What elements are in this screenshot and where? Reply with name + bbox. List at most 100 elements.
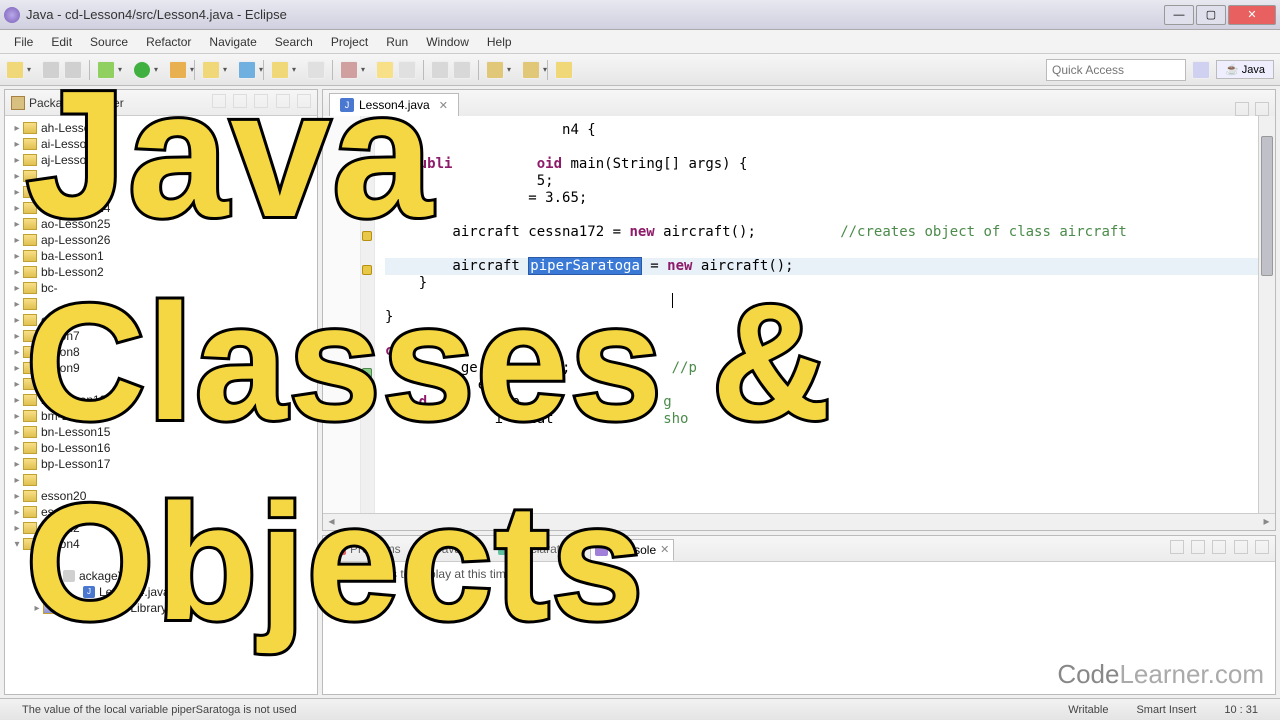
info-marker-icon[interactable] — [362, 400, 372, 410]
tree-item[interactable]: ▸bb-Lesson2 — [7, 264, 315, 280]
java-perspective-button[interactable]: ☕ Java — [1216, 60, 1274, 79]
run-icon[interactable] — [133, 61, 151, 79]
tree-item[interactable]: ▸ — [7, 472, 315, 488]
back-icon[interactable] — [486, 61, 504, 79]
console-max-icon[interactable] — [1255, 540, 1269, 554]
javadoc-icon — [419, 542, 432, 555]
status-writable: Writable — [1054, 704, 1122, 716]
tree-item[interactable]: ▸ba-Lesson1 — [7, 248, 315, 264]
tab-declaration[interactable]: Declaration — [494, 539, 580, 559]
warning-marker-icon[interactable] — [362, 231, 372, 241]
close-tab-icon[interactable]: ✕ — [439, 99, 448, 112]
prev-annot-icon[interactable] — [555, 61, 573, 79]
minimize-view-icon[interactable] — [276, 94, 290, 108]
editor-maximize-icon[interactable] — [1255, 102, 1269, 116]
menu-file[interactable]: File — [6, 32, 41, 52]
tree-item[interactable]: ▸ao-Lesson25 — [7, 216, 315, 232]
tree-item[interactable]: ▸esson20 — [7, 488, 315, 504]
tab-console[interactable]: Console ✕ — [590, 539, 674, 561]
run-last-icon[interactable] — [169, 61, 187, 79]
menu-run[interactable]: Run — [378, 32, 416, 52]
tree-item[interactable]: ▸bp-Lesson17 — [7, 456, 315, 472]
menu-window[interactable]: Window — [418, 32, 477, 52]
toggle-mark-icon[interactable] — [340, 61, 358, 79]
tree-item[interactable]: ▾esson4 — [7, 536, 315, 552]
tree-item[interactable]: ▸an-Lesson24 — [7, 200, 315, 216]
tree-item[interactable]: ▸ — [7, 168, 315, 184]
tree-item[interactable]: ▸aj-Lesson — [7, 152, 315, 168]
debug-icon[interactable] — [97, 61, 115, 79]
save-all-icon[interactable] — [64, 61, 82, 79]
show-whitespace-icon[interactable] — [431, 61, 449, 79]
tree-item[interactable]: ▸esson6 — [7, 312, 315, 328]
menu-source[interactable]: Source — [82, 32, 136, 52]
editor-tab-label: Lesson4.java — [359, 98, 430, 112]
menu-refactor[interactable]: Refactor — [138, 32, 199, 52]
annotation-ruler — [361, 116, 375, 513]
scroll-thumb[interactable] — [1261, 136, 1273, 276]
tree-item[interactable]: JLesson4.java — [7, 584, 315, 600]
view-menu-icon[interactable] — [254, 94, 268, 108]
menu-project[interactable]: Project — [323, 32, 376, 52]
open-type-icon[interactable] — [271, 61, 289, 79]
new-wizard-icon[interactable] — [6, 61, 24, 79]
tree-item[interactable]: ▸esson9 — [7, 360, 315, 376]
new-package-icon[interactable] — [202, 61, 220, 79]
maximize-view-icon[interactable] — [297, 94, 311, 108]
tree-item[interactable]: ▸JRE System Library [JavaSE-1.7] — [7, 600, 315, 616]
tree-item[interactable]: ▸bm-Lesson14 — [7, 408, 315, 424]
link-editor-icon[interactable] — [212, 94, 226, 108]
highlight-icon[interactable] — [376, 61, 394, 79]
warning-marker-icon[interactable] — [362, 265, 372, 275]
menu-help[interactable]: Help — [479, 32, 520, 52]
tree-item[interactable]: ▸esson8 — [7, 344, 315, 360]
menubar: File Edit Source Refactor Navigate Searc… — [0, 30, 1280, 54]
maximize-button[interactable]: ▢ — [1196, 5, 1226, 25]
quick-access-input[interactable] — [1046, 59, 1186, 81]
tree-item[interactable]: ▸bl-Lesson13 — [7, 392, 315, 408]
open-console-icon[interactable] — [1212, 540, 1226, 554]
tree-item[interactable]: ▸ah-Lesson — [7, 120, 315, 136]
tree-item[interactable]: ▸ap-Lesson26 — [7, 232, 315, 248]
tab-javadoc[interactable]: Javadoc — [415, 539, 485, 559]
tree-item[interactable]: ▸ai-Lesson — [7, 136, 315, 152]
project-tree[interactable]: ▸ah-Lesson▸ai-Lesson▸aj-Lesson▸▸▸an-Less… — [5, 116, 317, 694]
info-marker-icon[interactable] — [362, 384, 372, 394]
tree-item[interactable]: ▸ — [7, 296, 315, 312]
collapse-all-icon[interactable] — [233, 94, 247, 108]
editor-tab-lesson4[interactable]: J Lesson4.java ✕ — [329, 93, 459, 116]
console-min-icon[interactable] — [1234, 540, 1248, 554]
display-console-icon[interactable] — [1191, 540, 1205, 554]
tab-problems[interactable]: Problems — [329, 539, 405, 559]
info-marker-icon[interactable] — [362, 368, 372, 378]
pin-icon[interactable] — [453, 61, 471, 79]
tree-item[interactable]: ▸bn-Lesson15 — [7, 424, 315, 440]
minimize-button[interactable]: — — [1164, 5, 1194, 25]
search-icon[interactable] — [307, 61, 325, 79]
tree-item[interactable]: ▾ackage) — [7, 568, 315, 584]
tree-item[interactable]: ▾ — [7, 552, 315, 568]
tree-item[interactable]: ▸bc- — [7, 280, 315, 296]
tree-item[interactable]: ▸esson2 — [7, 520, 315, 536]
horizontal-scrollbar[interactable]: ◂▸ — [323, 513, 1275, 530]
menu-search[interactable]: Search — [267, 32, 321, 52]
vertical-scrollbar[interactable] — [1258, 116, 1275, 513]
menu-edit[interactable]: Edit — [43, 32, 80, 52]
tree-item[interactable]: ▸ — [7, 376, 315, 392]
tree-item[interactable]: ▸esson7 — [7, 328, 315, 344]
tree-item[interactable]: ▸esson1 — [7, 504, 315, 520]
open-perspective-icon[interactable] — [1192, 61, 1210, 79]
declaration-icon — [498, 542, 511, 555]
tree-item[interactable]: ▸ — [7, 184, 315, 200]
editor-minimize-icon[interactable] — [1235, 102, 1249, 116]
new-class-icon[interactable] — [238, 61, 256, 79]
pin-console-icon[interactable] — [1170, 540, 1184, 554]
menu-navigate[interactable]: Navigate — [201, 32, 264, 52]
save-icon[interactable] — [42, 61, 60, 79]
bottom-panel: Problems Javadoc Declaration Console ✕ N… — [322, 535, 1276, 695]
close-button[interactable]: ✕ — [1228, 5, 1276, 25]
code-editor[interactable]: pu n4 { ubli oid main(String[] args) { 5… — [375, 116, 1258, 513]
block-select-icon[interactable] — [398, 61, 416, 79]
forward-icon[interactable] — [522, 61, 540, 79]
tree-item[interactable]: ▸bo-Lesson16 — [7, 440, 315, 456]
